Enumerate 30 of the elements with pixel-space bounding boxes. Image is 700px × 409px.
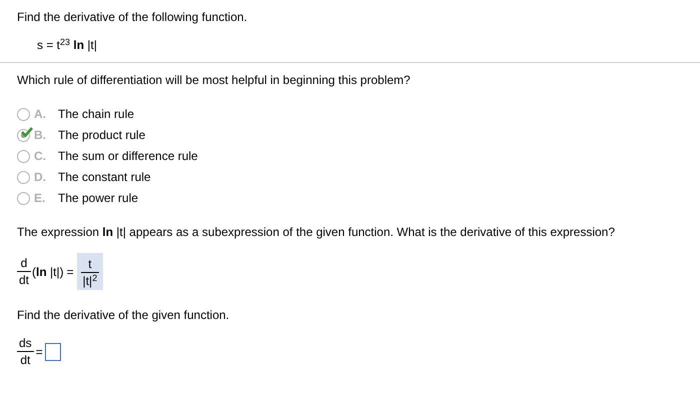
radio-button[interactable] [17, 150, 30, 162]
subexpression-question: The expression ln |t| appears as a subexpression of the given function. What is the derivative of this expression? [17, 224, 616, 241]
option-label: The product rule [58, 127, 146, 144]
radio-button[interactable] [17, 108, 30, 120]
radio-button[interactable] [17, 170, 30, 184]
option-label: The power rule [58, 190, 138, 207]
instruction-text: Find the derivative of the following function. [17, 9, 248, 26]
answer-input-field[interactable] [44, 342, 61, 360]
option-letter: B. [34, 127, 47, 144]
option-letter: D. [34, 169, 47, 186]
option-label: The sum or difference rule [58, 148, 198, 165]
option-letter: C. [34, 148, 47, 165]
expression-argument: (ln |t|) [32, 264, 64, 280]
selected-radio-button[interactable] [17, 128, 30, 142]
answer-denominator: |t|$^{2}$ [82, 274, 98, 288]
derivative-operator-numerator: d [20, 256, 28, 270]
equals-sign: = [36, 344, 43, 360]
derivative-numerator: ds [18, 336, 33, 350]
final-instruction: Find the derivative of the given function. [17, 307, 230, 324]
option-letter: A. [34, 106, 47, 123]
radio-button[interactable] [17, 192, 30, 204]
answer-numerator: t [87, 257, 93, 271]
option-label: The chain rule [58, 106, 134, 123]
derivative-denominator: dt [19, 353, 32, 367]
option-letter: E. [34, 190, 46, 207]
equals-sign: = [66, 264, 74, 280]
question-text: Which rule of differentiation will be most helpful in beginning this problem? [17, 72, 412, 89]
option-label: The constant rule [58, 169, 151, 186]
derivative-operator-denominator: dt [18, 273, 30, 287]
function-formula: s = t$^{23}$ ln |t| [37, 36, 98, 54]
